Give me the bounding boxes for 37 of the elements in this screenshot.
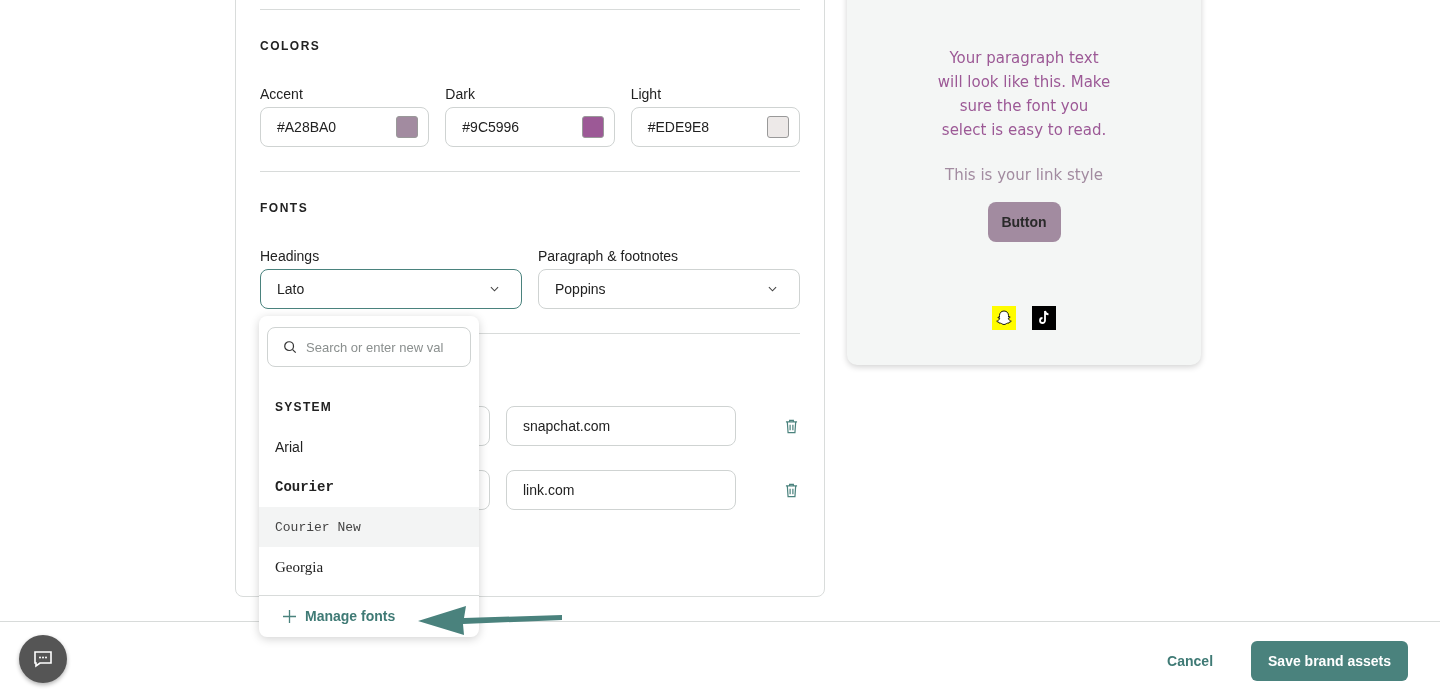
section-heading: FONTS [260, 201, 310, 215]
url-field[interactable]: snapchat.com [506, 406, 736, 446]
group-heading: SYSTEM [275, 400, 334, 414]
color-field[interactable]: #A28BA0 [260, 107, 430, 147]
manage-fonts-button[interactable]: Manage fonts [283, 608, 396, 624]
font-select[interactable]: Lato [260, 269, 522, 309]
field-label: Dark [445, 86, 476, 102]
font-select[interactable]: Poppins [538, 269, 800, 309]
search-field[interactable]: Search or enter new val [267, 327, 471, 367]
chat-button[interactable] [19, 634, 67, 683]
font-option[interactable]: Courier New [259, 507, 479, 547]
search-icon [283, 340, 297, 354]
font-option[interactable]: Courier [259, 467, 479, 507]
music-note-icon[interactable] [1032, 306, 1056, 330]
color-swatch[interactable] [581, 116, 604, 138]
section-heading: COLORS [260, 39, 322, 53]
chevron-down-icon [768, 286, 777, 292]
color-swatch[interactable] [396, 116, 419, 138]
color-field[interactable]: #EDE9E8 [630, 107, 800, 147]
field-label: Light [630, 86, 662, 102]
url-field[interactable]: link.com [506, 470, 736, 510]
field-label: Headings [260, 248, 321, 264]
save-button[interactable]: Save brand assets [1251, 640, 1408, 681]
font-option[interactable]: Georgia [259, 547, 479, 587]
trash-icon[interactable] [785, 482, 798, 498]
color-field[interactable]: #9C5996 [445, 107, 615, 147]
preview-button[interactable]: Button [987, 202, 1061, 242]
chevron-down-icon [490, 286, 499, 292]
plus-icon [283, 609, 296, 623]
field-label: Paragraph & footnotes [538, 248, 680, 264]
font-option[interactable]: Arial [259, 427, 479, 467]
color-swatch[interactable] [767, 116, 789, 138]
cancel-button[interactable]: Cancel [1161, 651, 1220, 670]
paragraph-preview: Your paragraph text will look like this. Make sure the font you select is easy to read. [936, 48, 1112, 141]
ghost-icon[interactable] [992, 306, 1016, 330]
field-label: Accent [260, 86, 304, 102]
trash-icon[interactable] [785, 418, 798, 434]
